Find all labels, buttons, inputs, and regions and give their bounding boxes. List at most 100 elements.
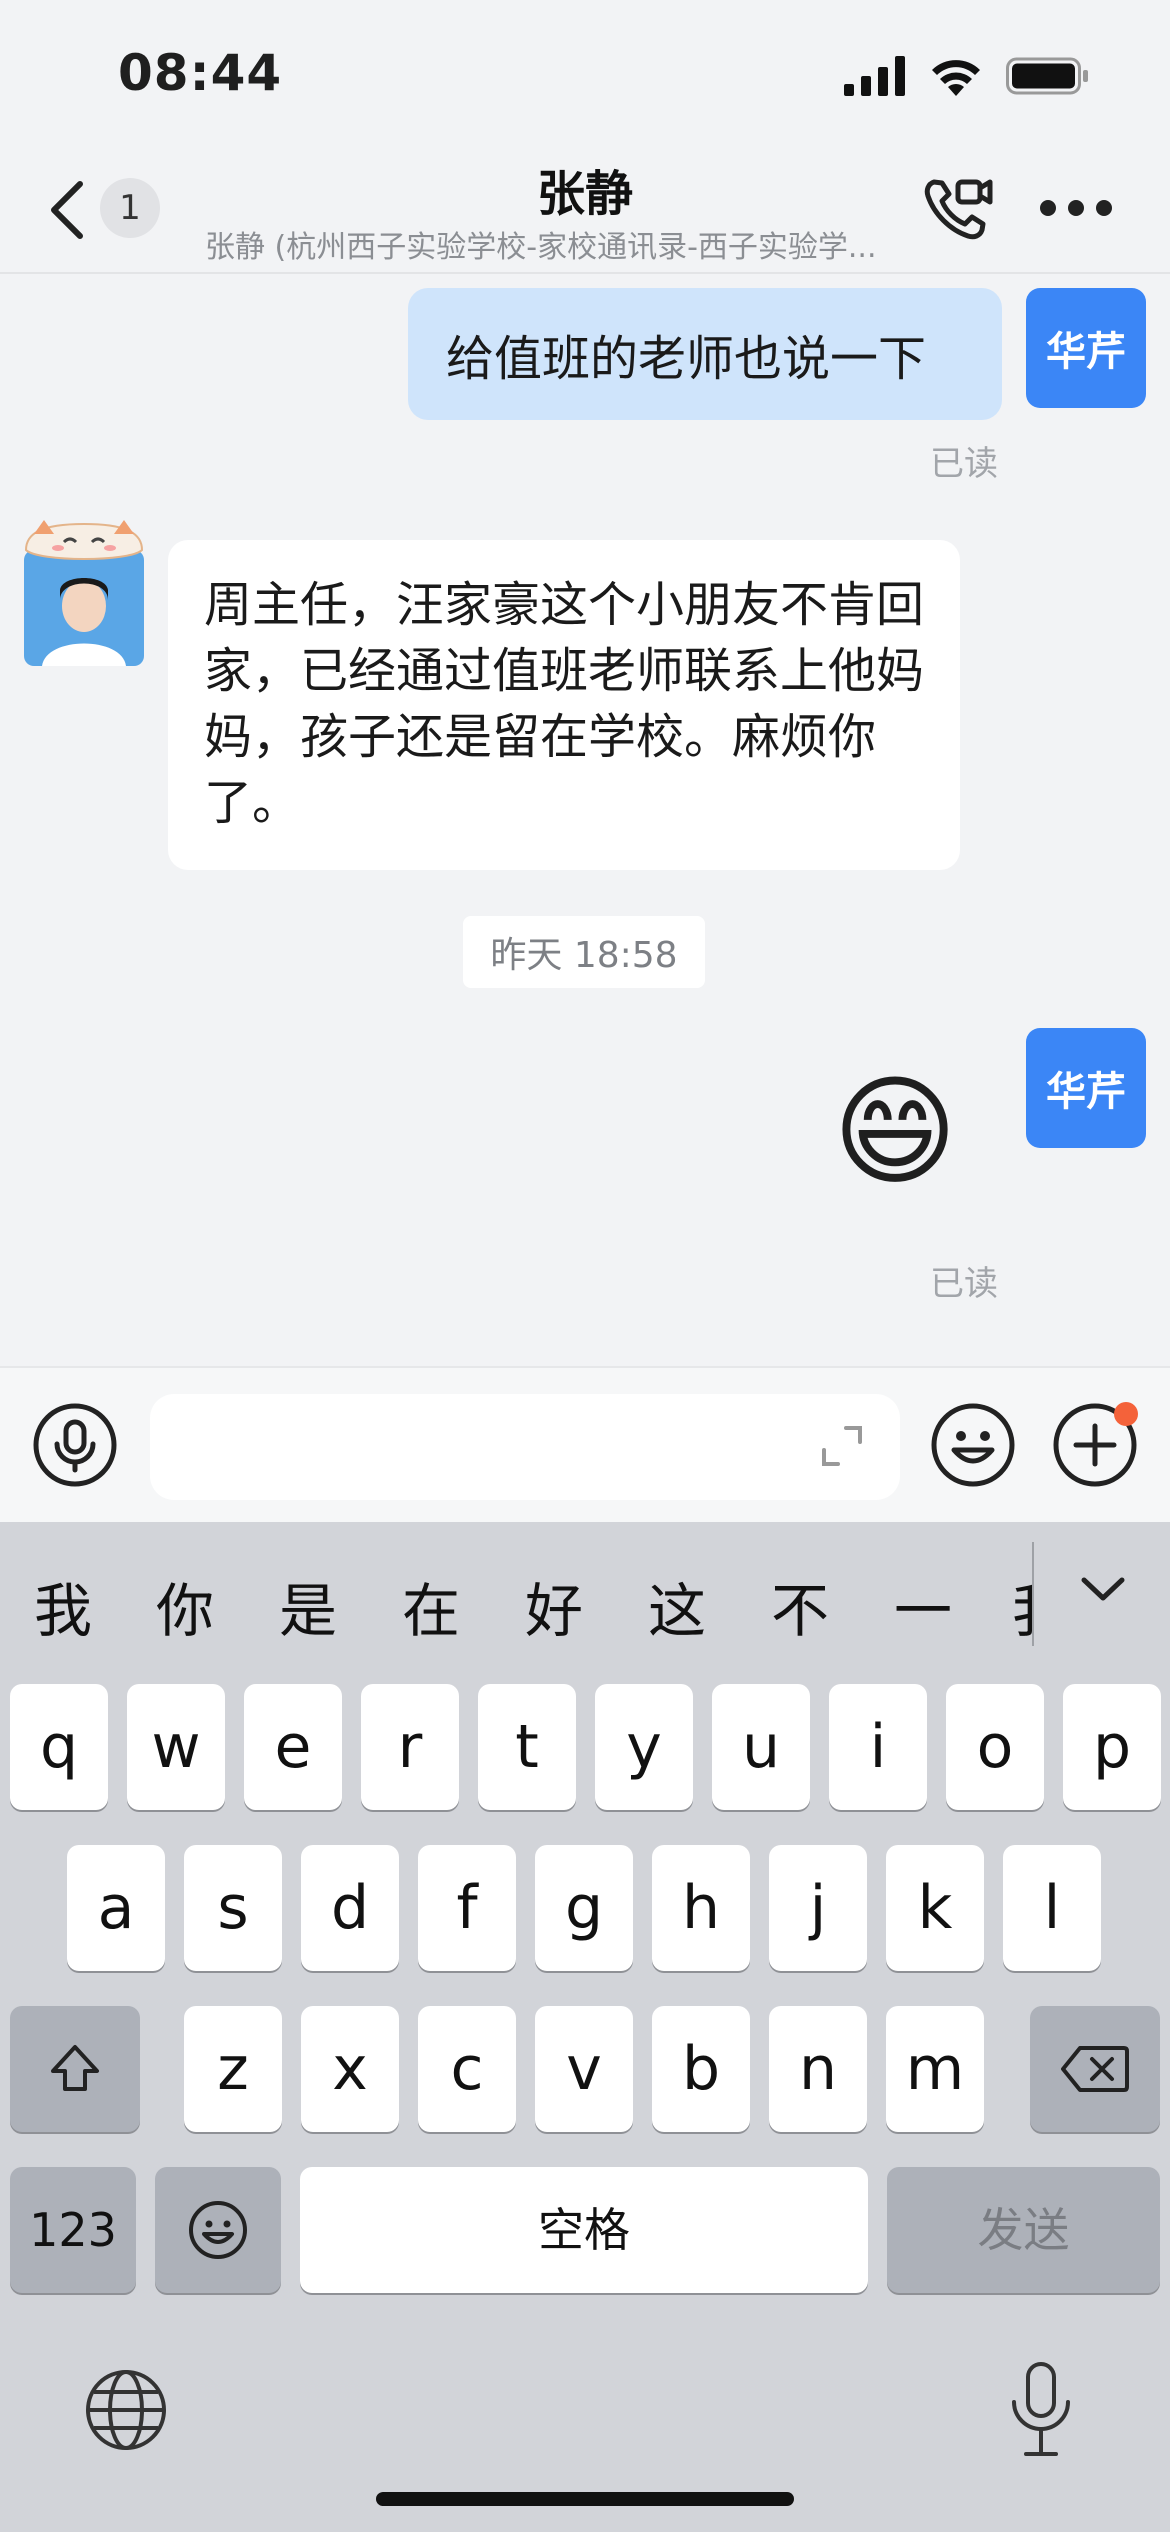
notification-dot (1114, 1402, 1138, 1426)
globe-icon[interactable] (84, 2368, 168, 2452)
key-x[interactable]: x (301, 2006, 399, 2132)
key-label: h (681, 1873, 721, 1943)
key-label: q (39, 1712, 79, 1782)
status-bar: 08:44 (0, 0, 1170, 150)
wifi-icon (932, 60, 980, 96)
key-h[interactable]: h (652, 1845, 750, 1971)
key-label: l (1043, 1873, 1061, 1943)
key-label: s (217, 1873, 249, 1943)
input-bar (0, 1366, 1170, 1522)
dot (1096, 200, 1112, 216)
candidate-word[interactable]: 是 (279, 1564, 337, 1648)
key-label: p (1092, 1712, 1132, 1782)
key-label: z (217, 2034, 249, 2104)
key-label: v (566, 2034, 602, 2104)
numbers-key[interactable]: 123 (10, 2167, 136, 2293)
home-indicator[interactable] (376, 2492, 794, 2506)
shift-icon (51, 2045, 99, 2091)
chat-title[interactable]: 张静 (0, 154, 1170, 224)
key-q[interactable]: q (10, 1684, 108, 1810)
key-o[interactable]: o (946, 1684, 1044, 1810)
key-w[interactable]: w (127, 1684, 225, 1810)
key-label: u (741, 1712, 781, 1782)
candidate-word[interactable]: 你 (156, 1564, 214, 1648)
key-y[interactable]: y (595, 1684, 693, 1810)
key-label: 空格 (538, 2203, 630, 2257)
chevron-down-icon[interactable] (1078, 1564, 1128, 1614)
my-avatar[interactable]: 华芹 (1026, 288, 1146, 408)
key-t[interactable]: t (478, 1684, 576, 1810)
key-label: g (564, 1873, 604, 1943)
key-label: k (917, 1873, 953, 1943)
key-b[interactable]: b (652, 2006, 750, 2132)
microphone-icon[interactable] (1006, 2360, 1076, 2460)
key-n[interactable]: n (769, 2006, 867, 2132)
key-a[interactable]: a (67, 1845, 165, 1971)
key-d[interactable]: d (301, 1845, 399, 1971)
emoji-key[interactable] (155, 2167, 281, 2293)
candidate-overflow[interactable]: 我 (1012, 1564, 1032, 1644)
dot (1040, 200, 1056, 216)
key-label: i (869, 1712, 887, 1782)
key-m[interactable]: m (886, 2006, 984, 2132)
my-avatar[interactable]: 华芹 (1026, 1028, 1146, 1148)
message-list[interactable]: 给值班的老师也说一下 华芹 已读 周主任，汪家豪这个小朋友不肯回家，已经通过值班… (0, 276, 1170, 1366)
key-r[interactable]: r (361, 1684, 459, 1810)
voice-input-icon[interactable] (32, 1402, 118, 1488)
dot (1068, 200, 1084, 216)
key-g[interactable]: g (535, 1845, 633, 1971)
emoji-picker-icon[interactable] (930, 1402, 1016, 1488)
message-input[interactable] (150, 1394, 900, 1500)
send-key[interactable]: 发送 (887, 2167, 1160, 2293)
contact-avatar[interactable] (20, 520, 148, 670)
expand-icon[interactable] (820, 1424, 864, 1468)
key-label: a (97, 1873, 135, 1943)
shift-key[interactable] (10, 2006, 140, 2132)
key-label: x (332, 2034, 368, 2104)
keyboard: 我 你 是 在 好 这 不 一 我 q w e r t y u i o p a … (0, 1522, 1170, 2532)
video-call-icon[interactable] (920, 172, 994, 246)
key-s[interactable]: s (184, 1845, 282, 1971)
key-label: w (151, 1712, 201, 1782)
outgoing-message-bubble[interactable]: 给值班的老师也说一下 (408, 288, 1002, 420)
incoming-message-bubble[interactable]: 周主任，汪家豪这个小朋友不肯回家，已经通过值班老师联系上他妈妈，孩子还是留在学校… (168, 540, 960, 870)
key-i[interactable]: i (829, 1684, 927, 1810)
candidate-bar: 我 你 是 在 好 这 不 一 我 (0, 1522, 1170, 1672)
candidate-word: 我 (1012, 1564, 1032, 1644)
candidate-word[interactable]: 不 (771, 1564, 829, 1648)
key-l[interactable]: l (1003, 1845, 1101, 1971)
backspace-icon (1061, 2046, 1129, 2092)
emoji-icon (189, 2201, 247, 2259)
key-c[interactable]: c (418, 2006, 516, 2132)
more-options-icon[interactable] (1040, 196, 1112, 220)
message-timestamp: 昨天 18:58 (463, 916, 705, 988)
status-time: 08:44 (118, 44, 283, 102)
backspace-key[interactable] (1030, 2006, 1160, 2132)
candidate-divider (1032, 1542, 1034, 1646)
key-label: d (330, 1873, 370, 1943)
key-j[interactable]: j (769, 1845, 867, 1971)
key-label: 123 (29, 2203, 117, 2257)
candidate-word[interactable]: 好 (525, 1564, 583, 1648)
candidate-word[interactable]: 我 (34, 1564, 92, 1648)
key-p[interactable]: p (1063, 1684, 1161, 1810)
key-label: j (809, 1873, 827, 1943)
outgoing-emoji-message[interactable]: 😄 (820, 1058, 970, 1208)
space-key[interactable]: 空格 (300, 2167, 868, 2293)
key-v[interactable]: v (535, 2006, 633, 2132)
key-u[interactable]: u (712, 1684, 810, 1810)
key-label: 发送 (977, 2203, 1070, 2257)
key-k[interactable]: k (886, 1845, 984, 1971)
candidate-word[interactable]: 这 (648, 1564, 706, 1648)
read-receipt: 已读 (930, 444, 998, 484)
key-f[interactable]: f (418, 1845, 516, 1971)
chat-header: 1 张静 张静 (杭州西子实验学校-家校通讯录-西子实验学... (0, 150, 1170, 274)
read-receipt: 已读 (930, 1264, 998, 1304)
candidate-word[interactable]: 一 (894, 1564, 952, 1648)
key-label: r (397, 1712, 423, 1782)
signal-icon (844, 56, 905, 96)
key-e[interactable]: e (244, 1684, 342, 1810)
candidate-word[interactable]: 在 (402, 1564, 460, 1648)
key-z[interactable]: z (184, 2006, 282, 2132)
key-label: b (681, 2034, 721, 2104)
